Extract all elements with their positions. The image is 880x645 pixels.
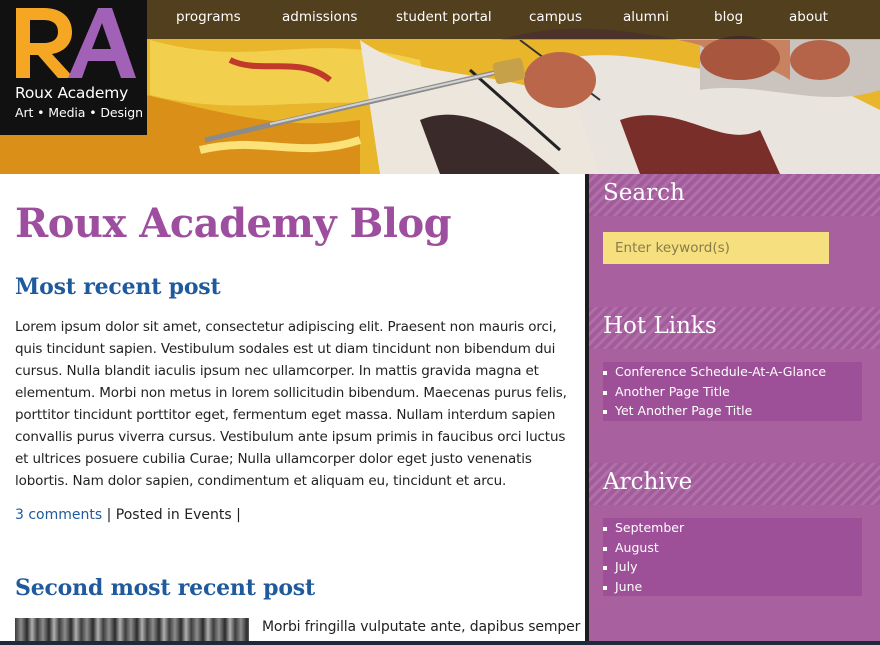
list-item: Another Page Title — [603, 382, 862, 402]
logo-name: Roux Academy — [15, 84, 129, 102]
archive-list: September August July June — [603, 518, 862, 596]
sidebar: Search Hot Links Conference Schedule-At-… — [589, 174, 880, 645]
list-item: Conference Schedule-At-A-Glance — [603, 362, 862, 382]
post-meta-text: | Posted in Events | — [106, 507, 241, 523]
second-post-excerpt: Morbi fringilla vulputate ante, dapibus … — [262, 619, 581, 635]
hot-links-list: Conference Schedule-At-A-Glance Another … — [603, 362, 862, 421]
nav-item-alumni[interactable]: alumni — [623, 9, 669, 25]
list-item: July — [603, 557, 862, 577]
nav-item-blog[interactable]: blog — [714, 9, 743, 25]
post-meta: 3 comments | Posted in Events | — [15, 507, 241, 523]
search-heading-bar: Search — [589, 174, 880, 216]
nav-item-admissions[interactable]: admissions — [282, 9, 357, 25]
archive-link[interactable]: July — [615, 559, 637, 574]
search-heading: Search — [603, 180, 685, 206]
hot-link[interactable]: Yet Another Page Title — [615, 403, 752, 418]
site-header: Roux Academy Art • Media • Design progra… — [0, 0, 880, 174]
archive-heading: Archive — [603, 469, 693, 495]
main-nav: programs admissions student portal campu… — [147, 0, 880, 39]
hot-links-heading-bar: Hot Links — [589, 307, 880, 349]
page-title: Roux Academy Blog — [15, 200, 452, 247]
nav-item-campus[interactable]: campus — [529, 9, 582, 25]
logo-ra-monogram — [16, 8, 136, 78]
archive-heading-bar: Archive — [589, 463, 880, 505]
logo-tagline: Art • Media • Design — [15, 105, 143, 120]
list-item: August — [603, 538, 862, 558]
hot-link[interactable]: Conference Schedule-At-A-Glance — [615, 364, 826, 379]
nav-item-student-portal[interactable]: student portal — [396, 9, 492, 25]
footer-edge — [0, 641, 880, 645]
post-body: Lorem ipsum dolor sit amet, consectetur … — [15, 319, 567, 489]
comments-link[interactable]: 3 comments — [15, 507, 102, 523]
search-input[interactable] — [603, 232, 829, 264]
site-logo[interactable]: Roux Academy Art • Media • Design — [0, 0, 147, 135]
archive-link[interactable]: August — [615, 540, 659, 555]
list-item: Yet Another Page Title — [603, 401, 862, 421]
hot-link[interactable]: Another Page Title — [615, 384, 730, 399]
list-item: June — [603, 577, 862, 597]
nav-item-about[interactable]: about — [789, 9, 828, 25]
archive-link[interactable]: June — [615, 579, 642, 594]
second-post-title[interactable]: Second most recent post — [15, 575, 315, 601]
list-item: September — [603, 518, 862, 538]
nav-item-programs[interactable]: programs — [176, 9, 241, 25]
archive-link[interactable]: September — [615, 520, 684, 535]
post-title[interactable]: Most recent post — [15, 274, 221, 300]
hot-links-heading: Hot Links — [603, 313, 717, 339]
